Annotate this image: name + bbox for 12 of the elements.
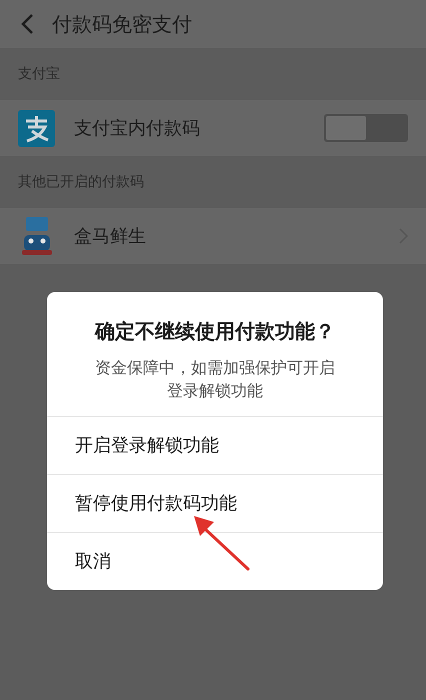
page-title: 付款码免密支付 [52, 11, 192, 38]
dialog-option[interactable]: 暂停使用付款码功能 [75, 490, 237, 517]
dialog-title: 确定不继续使用付款功能？ [95, 318, 335, 345]
dialog-message: 资金保障中，如需加强保护可开启登录解锁功能 [94, 357, 336, 402]
toggle-switch[interactable] [324, 114, 408, 142]
dialog-option[interactable]: 取消 [75, 548, 111, 575]
wallet-app-icon [18, 110, 55, 146]
back-icon[interactable] [20, 13, 34, 35]
dialog-option[interactable]: 开启登录解锁功能 [75, 432, 219, 459]
pointer-arrow [192, 514, 252, 572]
row-label: 盒马鲜生 [74, 224, 147, 248]
row-label: 支付宝内付款码 [74, 116, 201, 140]
